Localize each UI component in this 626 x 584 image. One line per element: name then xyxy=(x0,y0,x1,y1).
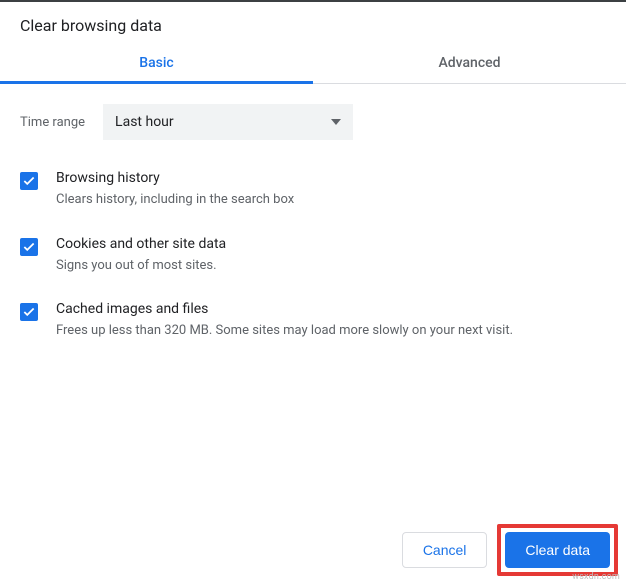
option-cache: Cached images and files Frees up less th… xyxy=(20,301,606,341)
option-text: Browsing history Clears history, includi… xyxy=(56,170,606,210)
tab-advanced[interactable]: Advanced xyxy=(313,45,626,83)
option-text: Cached images and files Frees up less th… xyxy=(56,301,606,341)
option-title: Cached images and files xyxy=(56,301,606,317)
option-title: Cookies and other site data xyxy=(56,236,606,252)
checkmark-icon xyxy=(22,240,36,254)
time-range-select[interactable]: Last hour xyxy=(103,104,353,140)
chevron-down-icon xyxy=(331,119,341,125)
time-range-value: Last hour xyxy=(115,114,174,130)
clear-data-button[interactable]: Clear data xyxy=(505,532,610,568)
cancel-button-label: Cancel xyxy=(423,542,467,558)
option-text: Cookies and other site data Signs you ou… xyxy=(56,236,606,276)
tab-advanced-label: Advanced xyxy=(438,55,500,71)
option-title: Browsing history xyxy=(56,170,606,186)
time-range-label: Time range xyxy=(20,115,85,130)
clear-data-button-label: Clear data xyxy=(525,542,590,558)
annotation-highlight: Clear data xyxy=(497,524,618,576)
option-cookies: Cookies and other site data Signs you ou… xyxy=(20,236,606,276)
option-desc: Frees up less than 320 MB. Some sites ma… xyxy=(56,321,606,341)
watermark: wsxdn.com xyxy=(572,572,620,582)
cancel-button[interactable]: Cancel xyxy=(402,532,488,568)
option-browsing-history: Browsing history Clears history, includi… xyxy=(20,170,606,210)
tab-basic-label: Basic xyxy=(139,55,173,71)
option-desc: Signs you out of most sites. xyxy=(56,256,606,276)
time-range-row: Time range Last hour xyxy=(20,104,606,140)
tabs: Basic Advanced xyxy=(0,45,626,84)
dialog-content: Time range Last hour Browsing history Cl… xyxy=(0,84,626,377)
checkmark-icon xyxy=(22,305,36,319)
dialog-footer: Cancel Clear data xyxy=(402,524,618,576)
checkbox-cookies[interactable] xyxy=(20,238,38,256)
option-desc: Clears history, including in the search … xyxy=(56,190,606,210)
checkbox-browsing-history[interactable] xyxy=(20,172,38,190)
checkbox-cache[interactable] xyxy=(20,303,38,321)
dialog-title: Clear browsing data xyxy=(0,2,626,45)
checkmark-icon xyxy=(22,174,36,188)
tab-basic[interactable]: Basic xyxy=(0,45,313,83)
